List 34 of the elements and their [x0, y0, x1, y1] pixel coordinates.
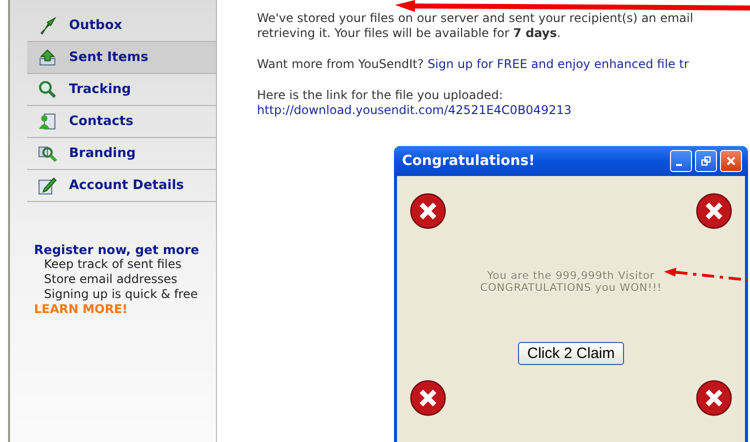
promo-text: Signing up is quick & free [43, 287, 199, 302]
sidebar-item[interactable]: Contacts [27, 106, 216, 138]
arrow-icon [38, 16, 57, 35]
contact-card-icon [38, 112, 57, 131]
file-link[interactable]: http://download.yousendit.com/42521E4C0B049213 [257, 103, 572, 117]
upload-tray-icon [38, 48, 57, 67]
sidebar-item[interactable]: Tracking [27, 74, 216, 106]
minimize-icon [676, 164, 682, 166]
error-icon [409, 379, 447, 417]
sidebar-item[interactable]: Account Details [27, 170, 216, 202]
magnifier-icon [38, 144, 57, 163]
restore-icon [701, 156, 711, 166]
window-title: Congratulations! [402, 153, 535, 169]
signup-link[interactable]: Sign up for FREE and enjoy enhanced file tr [428, 57, 689, 71]
claim-button[interactable]: Click 2 Claim [518, 342, 624, 365]
minimize-button[interactable] [670, 150, 692, 172]
search-icon [38, 80, 57, 99]
sidebar-item[interactable]: Branding [27, 138, 216, 170]
promo-text: Keep track of sent files [43, 257, 182, 272]
error-icon [409, 192, 447, 230]
prize-message: CONGRATULATIONS you WON!!! [480, 282, 662, 294]
promo-question: Want more from YouSendIt? [257, 57, 424, 71]
prize-message: You are the 999,999th Visitor [487, 270, 655, 282]
restore-button[interactable] [695, 150, 717, 172]
close-icon [726, 156, 736, 166]
promo-text: Store email addresses [43, 272, 178, 287]
promo-title: Register now, get more [34, 242, 200, 257]
sidebar-item[interactable]: Sent Items [27, 42, 216, 74]
close-button[interactable] [720, 150, 742, 172]
error-icon [695, 192, 733, 230]
error-icon [695, 379, 733, 417]
stored-message: We've stored your files on our server and sent your recipient(s) an email retrieving it. Your files will be available for 7 days. [257, 11, 694, 41]
link-intro: Here is the link for the file you uploaded: [257, 88, 503, 102]
edit-icon [38, 176, 57, 195]
